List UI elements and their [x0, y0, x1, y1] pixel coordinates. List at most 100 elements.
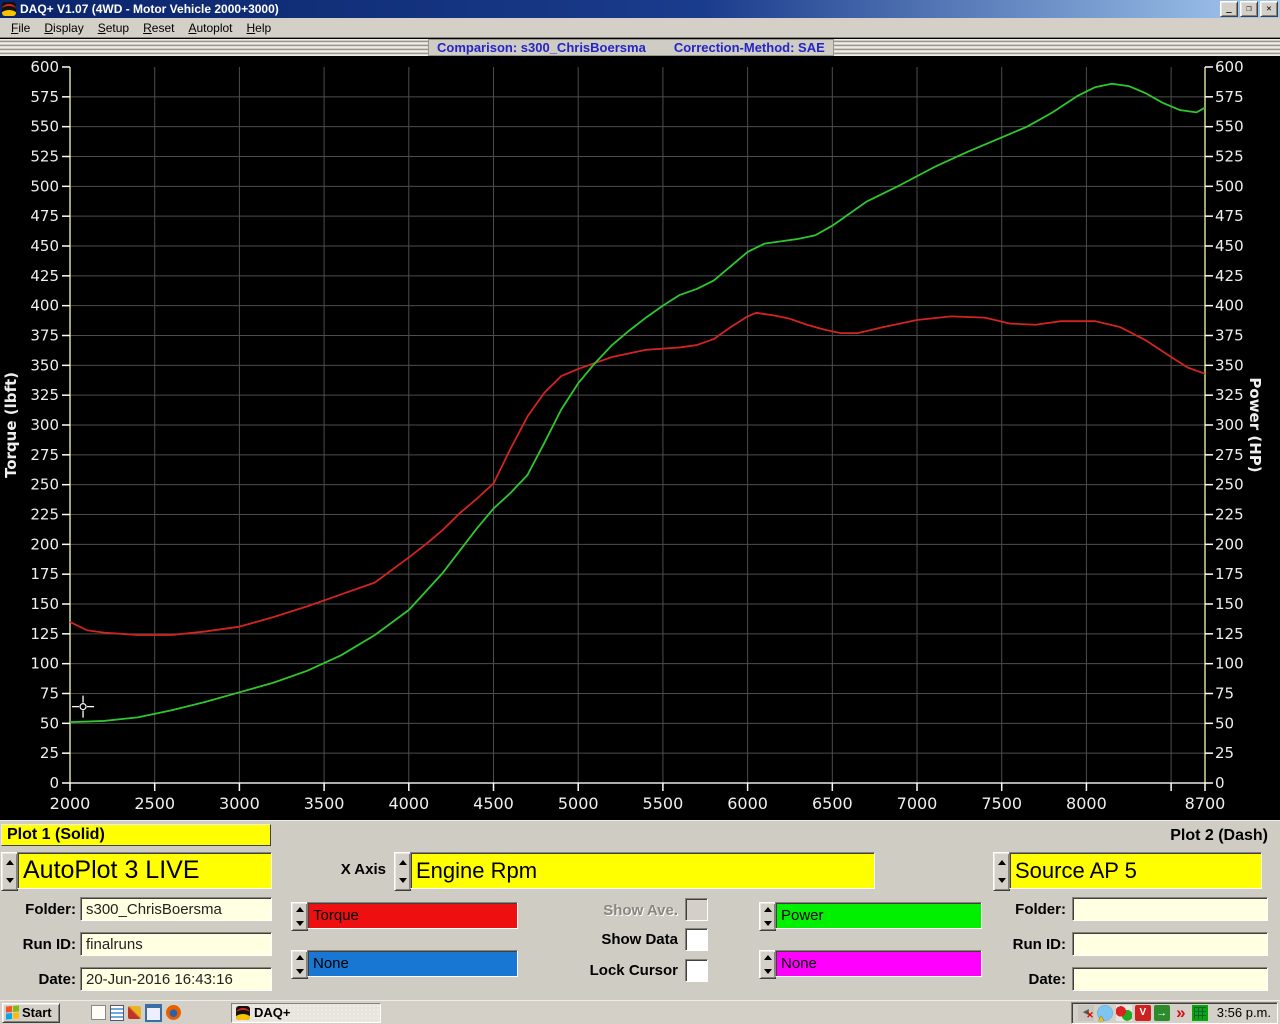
- axis-tick-label: 475: [1215, 207, 1244, 225]
- users-icon[interactable]: [1116, 1005, 1132, 1021]
- chart-canvas[interactable]: 0025255050757510010012512515015017517520…: [0, 56, 1280, 820]
- grid-icon[interactable]: [1192, 1005, 1208, 1021]
- comparison-text: Comparison: s300_ChrisBoersma Correction…: [428, 39, 834, 56]
- restore-button[interactable]: ❐: [1240, 1, 1258, 17]
- axis-tick-label: 125: [30, 625, 59, 643]
- spin-down-icon[interactable]: [994, 872, 1009, 891]
- x-axis-spinner[interactable]: [394, 852, 411, 891]
- axis-tick-label: 2000: [50, 794, 91, 813]
- axis-tick-label: 8000: [1066, 794, 1107, 813]
- menu-setup[interactable]: Setup: [91, 19, 136, 37]
- cursor-crosshair-icon[interactable]: [72, 696, 94, 718]
- control-panel: Plot 1 (Solid) Plot 2 (Dash) AutoPlot 3 …: [0, 820, 1280, 1001]
- left-axis-title: Torque (lbft): [2, 372, 20, 478]
- windows-logo-icon: [6, 1005, 19, 1019]
- show-data-checkbox[interactable]: [685, 928, 708, 951]
- axis-tick-label: 5000: [558, 794, 599, 813]
- spin-down-icon[interactable]: [760, 965, 775, 979]
- spin-up-icon[interactable]: [395, 853, 410, 872]
- show-ave-checkbox: [685, 898, 708, 921]
- spin-down-icon[interactable]: [760, 917, 775, 931]
- plot1-channel1-field[interactable]: Torque: [307, 902, 518, 929]
- plot1-source-field[interactable]: AutoPlot 3 LIVE: [17, 852, 272, 889]
- axis-tick-label: 475: [30, 207, 59, 225]
- window-title: DAQ+ V1.07 (4WD - Motor Vehicle 2000+300…: [20, 2, 1218, 16]
- correction-method: Correction-Method: SAE: [674, 40, 825, 55]
- axis-tick-label: 350: [1215, 356, 1244, 374]
- axis-tick-label: 400: [1215, 297, 1244, 315]
- tray-icons: [1078, 1005, 1208, 1021]
- curve-torque-lbft-: [70, 313, 1205, 635]
- menu-autoplot[interactable]: Autoplot: [181, 19, 239, 37]
- axis-tick-label: 75: [1215, 685, 1234, 703]
- axis-tick-label: 25: [1215, 744, 1234, 762]
- menu-file[interactable]: File: [4, 19, 37, 37]
- spin-up-icon[interactable]: [292, 951, 307, 965]
- mute-icon[interactable]: [1078, 1005, 1094, 1021]
- plot2-channel1-field[interactable]: Power: [775, 902, 982, 929]
- menu-display[interactable]: Display: [37, 19, 90, 37]
- axis-tick-label: 175: [1215, 565, 1244, 583]
- vnc-icon[interactable]: [1135, 1005, 1151, 1021]
- plot2-channel2-spinner[interactable]: [759, 950, 776, 979]
- spin-up-icon[interactable]: [760, 903, 775, 917]
- taskbar-task-daq[interactable]: DAQ+: [231, 1003, 381, 1023]
- plot2-date-label: Date:: [982, 971, 1066, 988]
- lock-cursor-checkbox[interactable]: [685, 959, 708, 982]
- plot1-channel2-spinner[interactable]: [291, 950, 308, 979]
- spin-down-icon[interactable]: [292, 917, 307, 931]
- menu-bar: FileDisplaySetupResetAutoplotHelp: [0, 18, 1280, 38]
- plot2-channel1-spinner[interactable]: [759, 902, 776, 931]
- menu-reset[interactable]: Reset: [136, 19, 181, 37]
- axis-tick-label: 100: [1215, 655, 1244, 673]
- plot1-date-label: Date:: [0, 971, 76, 988]
- start-button[interactable]: Start: [2, 1003, 60, 1023]
- plot1-source-spinner[interactable]: [1, 852, 18, 891]
- plot2-runid-field[interactable]: [1072, 932, 1268, 956]
- axis-tick-label: 325: [30, 386, 59, 404]
- notes-icon[interactable]: [110, 1005, 124, 1021]
- plot2-date-field[interactable]: [1072, 967, 1268, 991]
- spin-up-icon[interactable]: [760, 951, 775, 965]
- network-warning-icon[interactable]: [1097, 1005, 1113, 1021]
- spin-down-icon[interactable]: [2, 872, 17, 891]
- plot1-folder-field[interactable]: s300_ChrisBoersma: [80, 897, 272, 921]
- clock: 3:56 p.m.: [1217, 1005, 1271, 1020]
- show-ave-label: Show Ave.: [558, 902, 678, 919]
- task-label: DAQ+: [254, 1005, 290, 1020]
- minimize-button[interactable]: _: [1220, 1, 1238, 17]
- lock-cursor-label: Lock Cursor: [558, 962, 678, 979]
- plot1-channel2-field[interactable]: None: [307, 950, 518, 977]
- show-desktop-icon[interactable]: [91, 1005, 106, 1020]
- menu-help[interactable]: Help: [240, 19, 279, 37]
- axis-tick-label: 300: [1215, 416, 1244, 434]
- paint-icon[interactable]: [128, 1006, 141, 1019]
- x-axis-field[interactable]: Engine Rpm: [410, 852, 875, 889]
- plot1-runid-field[interactable]: finalruns: [80, 932, 272, 956]
- spin-up-icon[interactable]: [292, 903, 307, 917]
- spin-down-icon[interactable]: [292, 965, 307, 979]
- dyno-chart[interactable]: 0025255050757510010012512515015017517520…: [0, 56, 1280, 820]
- plot1-date-field[interactable]: 20-Jun-2016 16:43:16: [80, 967, 272, 991]
- spin-up-icon[interactable]: [994, 853, 1009, 872]
- axis-tick-label: 3000: [219, 794, 260, 813]
- ie-icon[interactable]: [70, 1004, 87, 1021]
- plot1-channel1-spinner[interactable]: [291, 902, 308, 931]
- update-icon[interactable]: [1154, 1005, 1170, 1021]
- plot2-source-spinner[interactable]: [993, 852, 1010, 891]
- close-button[interactable]: ✕: [1260, 1, 1278, 17]
- window-icon[interactable]: [145, 1004, 162, 1022]
- spin-up-icon[interactable]: [2, 853, 17, 872]
- axis-tick-label: 225: [1215, 506, 1244, 524]
- plot2-source-field[interactable]: Source AP 5: [1009, 852, 1262, 889]
- comparison-value: Comparison: s300_ChrisBoersma: [437, 40, 646, 55]
- app-icon: [2, 2, 16, 16]
- axis-tick-label: 225: [30, 506, 59, 524]
- axis-tick-label: 5500: [643, 794, 684, 813]
- plot2-folder-field[interactable]: [1072, 897, 1268, 921]
- axis-tick-label: 7000: [897, 794, 938, 813]
- firefox-icon[interactable]: [166, 1005, 181, 1020]
- fastforward-icon[interactable]: [1173, 1005, 1189, 1021]
- spin-down-icon[interactable]: [395, 872, 410, 891]
- plot2-channel2-field[interactable]: None: [775, 950, 982, 977]
